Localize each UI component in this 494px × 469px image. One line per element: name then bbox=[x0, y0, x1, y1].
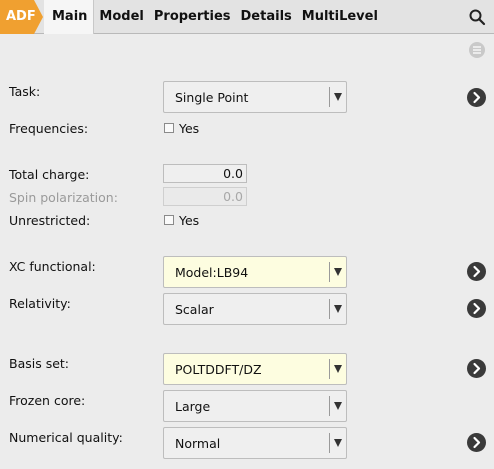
numerical-quality-label: Numerical quality: bbox=[9, 430, 123, 445]
unrestricted-label: Unrestricted: bbox=[9, 213, 91, 228]
chevron-down-icon bbox=[334, 93, 342, 101]
relativity-details-button[interactable] bbox=[467, 299, 486, 318]
chevron-right-icon bbox=[473, 362, 481, 375]
chevron-down-icon bbox=[334, 365, 342, 373]
select-divider bbox=[329, 433, 330, 453]
xc-functional-details-button[interactable] bbox=[467, 262, 486, 281]
relativity-label: Relativity: bbox=[9, 296, 71, 311]
spin-polarization-label: Spin polarization: bbox=[9, 190, 118, 205]
numerical-quality-value: Normal bbox=[175, 436, 221, 451]
basis-set-details-button[interactable] bbox=[467, 359, 486, 378]
total-charge-input[interactable]: 0.0 bbox=[163, 164, 247, 183]
xc-functional-value: Model:LB94 bbox=[175, 265, 249, 280]
spin-polarization-input: 0.0 bbox=[163, 187, 247, 206]
tab-multilevel[interactable]: MultiLevel bbox=[297, 0, 383, 34]
unrestricted-checkbox-label: Yes bbox=[179, 213, 200, 228]
relativity-select[interactable]: Scalar bbox=[163, 293, 347, 325]
tab-details[interactable]: Details bbox=[236, 0, 297, 34]
select-divider bbox=[329, 87, 330, 107]
frequencies-label: Frequencies: bbox=[9, 121, 89, 136]
task-details-button[interactable] bbox=[467, 88, 486, 107]
frequencies-checkbox[interactable] bbox=[164, 123, 174, 133]
top-tab-bar: ADF Main Model Properties Details MultiL… bbox=[0, 0, 494, 34]
adf-tab-label: ADF bbox=[6, 9, 36, 24]
xc-functional-select[interactable]: Model:LB94 bbox=[163, 256, 347, 288]
chevron-down-icon bbox=[334, 305, 342, 313]
task-value: Single Point bbox=[175, 90, 249, 105]
adf-tab[interactable]: ADF bbox=[0, 0, 44, 34]
tab-strip: Main Model Properties Details MultiLevel bbox=[44, 0, 383, 34]
task-label: Task: bbox=[9, 84, 41, 99]
tab-main[interactable]: Main bbox=[44, 0, 95, 34]
search-icon[interactable] bbox=[468, 8, 486, 26]
basis-set-value: POLTDDFT/DZ bbox=[175, 362, 262, 377]
select-divider bbox=[329, 299, 330, 319]
basis-set-select[interactable]: POLTDDFT/DZ bbox=[163, 353, 347, 385]
tab-model[interactable]: Model bbox=[94, 0, 148, 34]
unrestricted-checkbox[interactable] bbox=[164, 215, 174, 225]
numerical-quality-details-button[interactable] bbox=[467, 433, 486, 452]
menu-icon[interactable] bbox=[468, 41, 486, 59]
chevron-down-icon bbox=[334, 439, 342, 447]
chevron-right-icon bbox=[473, 436, 481, 449]
basis-set-label: Basis set: bbox=[9, 356, 70, 371]
chevron-down-icon bbox=[334, 268, 342, 276]
chevron-right-icon bbox=[473, 302, 481, 315]
chevron-down-icon bbox=[334, 402, 342, 410]
frequencies-checkbox-label: Yes bbox=[179, 121, 200, 136]
numerical-quality-select[interactable]: Normal bbox=[163, 427, 347, 459]
tab-properties[interactable]: Properties bbox=[149, 0, 236, 34]
chevron-right-icon bbox=[473, 265, 481, 278]
select-divider bbox=[329, 359, 330, 379]
total-charge-label: Total charge: bbox=[9, 167, 90, 182]
frozen-core-value: Large bbox=[175, 399, 211, 414]
xc-functional-label: XC functional: bbox=[9, 259, 96, 274]
select-divider bbox=[329, 396, 330, 416]
frozen-core-label: Frozen core: bbox=[9, 393, 86, 408]
relativity-value: Scalar bbox=[175, 302, 214, 317]
select-divider bbox=[329, 262, 330, 282]
chevron-right-icon bbox=[473, 91, 481, 104]
task-select[interactable]: Single Point bbox=[163, 81, 347, 113]
frozen-core-select[interactable]: Large bbox=[163, 390, 347, 422]
